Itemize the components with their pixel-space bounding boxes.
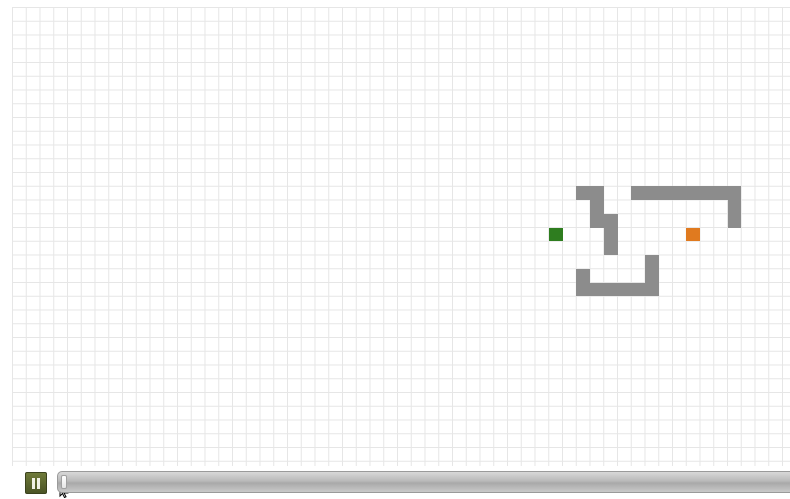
wall-cell[interactable]: [590, 200, 604, 214]
wall-cell[interactable]: [631, 186, 645, 200]
wall-cell[interactable]: [576, 282, 590, 297]
wall-cell[interactable]: [576, 186, 590, 200]
wall-cell[interactable]: [645, 268, 659, 283]
pause-icon-bar-right: [37, 478, 40, 489]
progress-slider-handle[interactable]: [61, 475, 67, 489]
goal-node[interactable]: [686, 227, 700, 242]
playback-controls: [0, 466, 790, 499]
pause-button[interactable]: [25, 472, 69, 498]
grid-lines: [12, 7, 790, 466]
wall-cell[interactable]: [686, 186, 700, 200]
wall-cell[interactable]: [617, 282, 632, 297]
wall-cell[interactable]: [590, 213, 604, 228]
wall-cell[interactable]: [645, 186, 659, 200]
wall-cell[interactable]: [645, 255, 659, 269]
wall-cell[interactable]: [603, 227, 618, 242]
grid-canvas[interactable]: [12, 7, 790, 466]
wall-cell[interactable]: [603, 213, 618, 228]
wall-cell[interactable]: [603, 282, 618, 297]
wall-cell[interactable]: [631, 282, 645, 297]
wall-cell[interactable]: [658, 186, 673, 200]
wall-cell[interactable]: [590, 282, 604, 297]
wall-cell[interactable]: [700, 186, 714, 200]
wall-cell[interactable]: [672, 186, 687, 200]
wall-cell[interactable]: [590, 186, 604, 200]
wall-cell[interactable]: [645, 282, 659, 297]
wall-cell[interactable]: [576, 268, 590, 283]
pause-icon-bar-left: [32, 478, 35, 489]
start-node[interactable]: [548, 227, 563, 242]
wall-cell[interactable]: [727, 213, 742, 228]
progress-slider[interactable]: [57, 471, 790, 493]
wall-cell[interactable]: [727, 200, 742, 214]
wall-cell[interactable]: [603, 241, 618, 255]
wall-cell[interactable]: [727, 186, 742, 200]
wall-cell[interactable]: [713, 186, 728, 200]
pathfinding-app: [0, 0, 790, 499]
